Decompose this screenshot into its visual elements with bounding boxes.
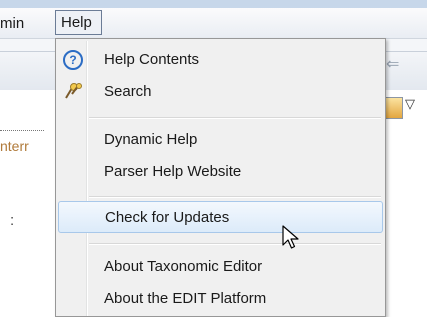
menu-item-dynamic-help[interactable]: Dynamic Help bbox=[58, 124, 383, 156]
tab-divider bbox=[0, 130, 44, 131]
menu-item-help-contents[interactable]: ? Help Contents bbox=[58, 44, 383, 76]
menu-help-label: Help bbox=[61, 14, 92, 31]
background-tab-label[interactable]: nterr bbox=[0, 138, 29, 154]
help-contents-icon: ? bbox=[63, 50, 83, 70]
menu-item-label: Check for Updates bbox=[105, 209, 230, 226]
menu-help[interactable]: Help bbox=[55, 10, 102, 35]
window-title-strip bbox=[0, 0, 427, 8]
menu-item-label: About the EDIT Platform bbox=[104, 290, 267, 307]
menu-item-label: About Taxonomic Editor bbox=[104, 258, 263, 275]
menu-item-check-for-updates[interactable]: Check for Updates bbox=[58, 201, 383, 233]
help-dropdown-menu: ? Help Contents Search Dynamic Help Pars… bbox=[55, 38, 386, 317]
menu-separator bbox=[89, 243, 381, 245]
mouse-cursor-icon bbox=[282, 225, 299, 249]
menu-separator bbox=[89, 117, 381, 119]
menu-item-about-taxonomic-editor[interactable]: About Taxonomic Editor bbox=[58, 251, 383, 283]
menu-item-label: Parser Help Website bbox=[104, 163, 242, 180]
menu-item-label: Dynamic Help bbox=[104, 131, 198, 148]
back-arrow-icon[interactable]: ⇐ bbox=[386, 54, 399, 74]
menu-item-about-edit-platform[interactable]: About the EDIT Platform bbox=[58, 283, 383, 315]
menu-separator bbox=[89, 196, 381, 198]
menu-bar: min Help bbox=[0, 8, 427, 39]
menu-item-label: Search bbox=[104, 83, 152, 100]
search-help-icon bbox=[63, 82, 83, 102]
menu-item-search[interactable]: Search bbox=[58, 76, 383, 108]
menu-item-parser-help-website[interactable]: Parser Help Website bbox=[58, 156, 383, 188]
background-text: : bbox=[10, 212, 15, 229]
chevron-down-icon[interactable]: ▽ bbox=[405, 96, 415, 112]
menu-admin[interactable]: min bbox=[0, 15, 24, 32]
menu-item-label: Help Contents bbox=[104, 51, 200, 68]
